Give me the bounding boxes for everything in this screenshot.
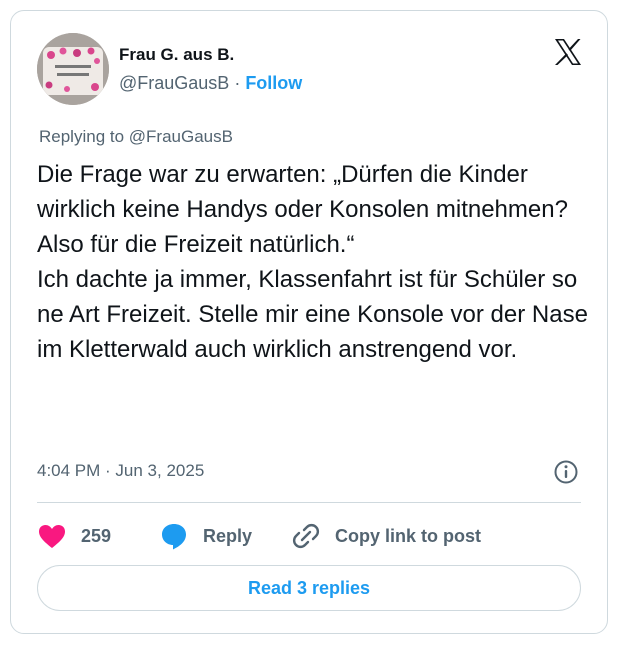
- divider: [37, 502, 581, 503]
- author-display-name[interactable]: Frau G. aus B.: [119, 45, 234, 65]
- heart-icon: [39, 525, 65, 548]
- author-handle-line: @FrauGausB · Follow: [119, 73, 302, 94]
- follow-button[interactable]: Follow: [245, 73, 302, 93]
- copy-link-label: Copy link to post: [335, 525, 481, 546]
- read-replies-button[interactable]: Read 3 replies: [37, 565, 581, 611]
- like-count: 259: [81, 525, 112, 546]
- reply-bubble-icon: [162, 524, 186, 550]
- x-logo-icon[interactable]: [553, 37, 583, 67]
- author-handle[interactable]: @FrauGausB: [119, 73, 229, 93]
- copy-link-button[interactable]: Copy link to post: [291, 521, 481, 551]
- link-icon: [292, 523, 320, 549]
- reply-button[interactable]: Reply: [159, 521, 252, 551]
- like-button[interactable]: 259: [37, 521, 111, 551]
- replying-to: Replying to @FrauGausB: [39, 127, 233, 146]
- avatar[interactable]: [37, 33, 109, 105]
- info-icon[interactable]: [553, 459, 579, 485]
- reply-label: Reply: [203, 525, 253, 546]
- action-bar: 259 Reply Copy link to post: [37, 521, 597, 551]
- tweet-card: Frau G. aus B. @FrauGausB · Follow Reply…: [10, 10, 608, 634]
- tweet-timestamp[interactable]: 4:04 PM · Jun 3, 2025: [37, 461, 204, 481]
- read-replies-label: Read 3 replies: [247, 577, 371, 598]
- tweet-text: Die Frage war zu erwarten: „Dürfen die K…: [37, 161, 588, 363]
- handle-separator: ·: [229, 73, 246, 93]
